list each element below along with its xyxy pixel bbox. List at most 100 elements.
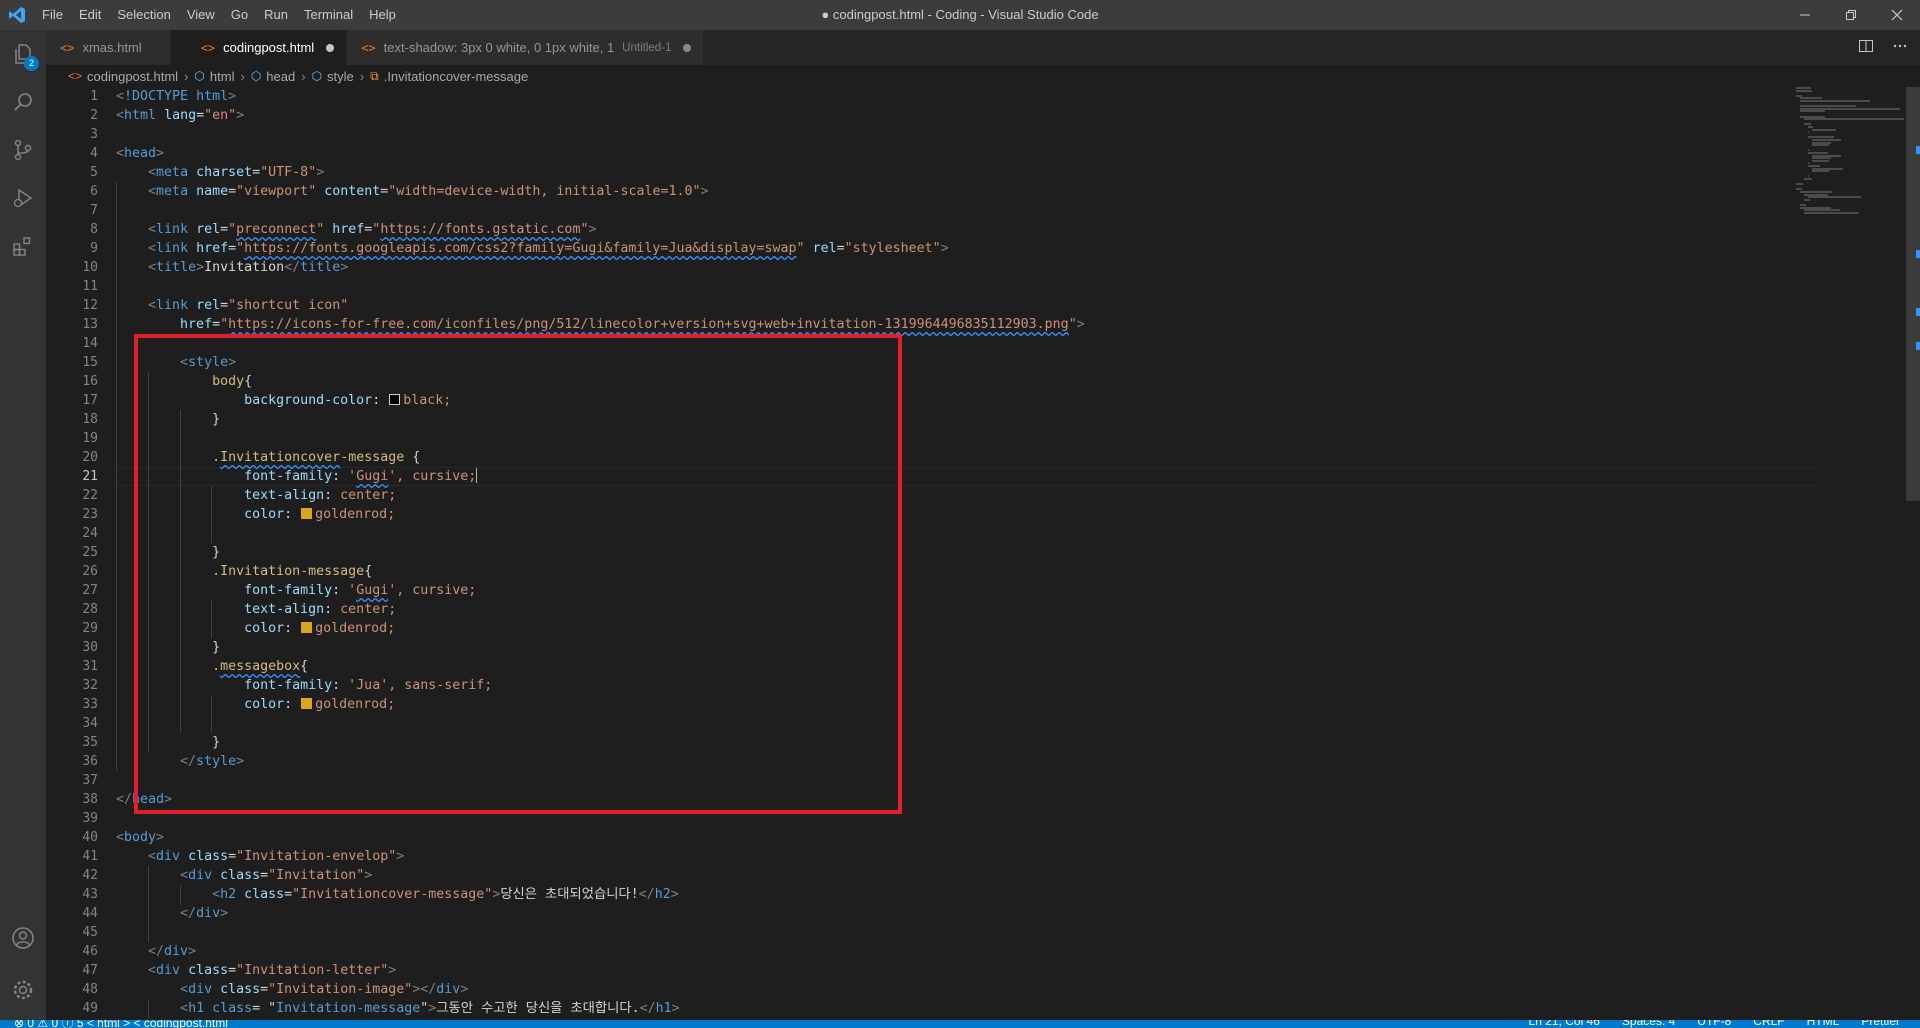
menu-help[interactable]: Help (361, 0, 404, 30)
line-number: 10 (82, 260, 98, 275)
extensions-icon[interactable] (0, 222, 46, 270)
status-item[interactable]: Prettier (1861, 1020, 1900, 1028)
line-number: 27 (82, 583, 98, 598)
scroll-marker (1916, 250, 1920, 258)
status-item[interactable]: CRLF (1753, 1020, 1784, 1028)
menu-terminal[interactable]: Terminal (296, 0, 361, 30)
status-bar: ⊗ 0 ⚠ 0 ⓘ 5 < html > < codingpost.html L… (0, 1020, 1920, 1028)
accounts-icon[interactable] (0, 914, 46, 962)
tab-1[interactable]: <> xmas.html (46, 30, 171, 65)
code-line[interactable] (116, 201, 1085, 220)
line-number: 16 (82, 374, 98, 389)
editor-actions (1858, 30, 1908, 65)
minimap-line (1800, 110, 1825, 113)
explorer-icon[interactable]: 2 (0, 30, 46, 78)
minimap-line (1808, 196, 1861, 199)
line-number: 46 (82, 944, 98, 959)
breadcrumb-item[interactable]: style (327, 69, 354, 84)
minimap-line (1804, 198, 1810, 201)
code-line[interactable]: </div> (116, 904, 1085, 923)
status-right-items: Ln 21, Col 46 Spaces: 4 UTF-8 CRLF HTML Prett… (1529, 1020, 1900, 1028)
line-number-gutter: 1 2 3 4 5 6 7 8 9 10 11 12 13 14 15 16 17 18 19 20 21 22 23 24 2… (46, 87, 98, 1018)
run-debug-icon[interactable] (0, 174, 46, 222)
code-line[interactable]: <html lang="en"> (116, 106, 1085, 125)
more-actions-icon[interactable] (1892, 38, 1908, 58)
status-item[interactable]: Spaces: 4 (1622, 1020, 1675, 1028)
code-line[interactable]: <link href="https://fonts.googleapis.com… (116, 239, 1085, 258)
code-line[interactable]: <title>Invitation</title> (116, 258, 1085, 277)
line-number: 5 (90, 165, 98, 180)
search-icon[interactable] (0, 78, 46, 126)
code-line[interactable]: <h1 class= "Invitation-message">그동안 수고한 … (116, 999, 1085, 1018)
css-selector-icon: ⧉ (370, 68, 379, 83)
line-number: 47 (82, 963, 98, 978)
code-line[interactable]: <link rel="shortcut icon" (116, 296, 1085, 315)
code-line[interactable] (116, 125, 1085, 144)
minimap-line (1812, 170, 1829, 173)
code-line[interactable]: </div> (116, 942, 1085, 961)
restore-icon[interactable] (1828, 0, 1874, 30)
tab-3[interactable]: <> text-shadow: 3px 0 white, 0 1px white,… (347, 30, 705, 65)
status-item[interactable]: HTML (1807, 1020, 1840, 1028)
manage-gear-icon[interactable] (0, 966, 46, 1014)
breadcrumb: <> codingpost.html › ⬡ html › ⬡ head › ⬡ style › ⧉ .I… (46, 65, 1920, 87)
minimap-line (1804, 118, 1904, 121)
code-line[interactable]: <body> (116, 828, 1085, 847)
code-line[interactable] (116, 277, 1085, 296)
close-icon[interactable] (1874, 0, 1920, 30)
line-number: 48 (82, 982, 98, 997)
menu-view[interactable]: View (179, 0, 223, 30)
code-line[interactable]: <head> (116, 144, 1085, 163)
status-problems[interactable]: ⊗ 0 ⚠ 0 ⓘ 5 < html > < codingpost.html (14, 1020, 228, 1028)
menu-selection[interactable]: Selection (109, 0, 178, 30)
line-number: 20 (82, 450, 98, 465)
line-number: 8 (90, 222, 98, 237)
code-line[interactable]: <!DOCTYPE html> (116, 87, 1085, 106)
source-control-icon[interactable] (0, 126, 46, 174)
status-item[interactable]: Ln 21, Col 46 (1529, 1020, 1600, 1028)
line-number: 38 (82, 792, 98, 807)
minimize-icon[interactable] (1782, 0, 1828, 30)
minimap-line (1804, 178, 1812, 180)
code-line[interactable]: <link rel="preconnect" href="https://fon… (116, 220, 1085, 239)
line-number: 23 (82, 507, 98, 522)
menu-go[interactable]: Go (223, 0, 256, 30)
status-item[interactable]: UTF-8 (1697, 1020, 1731, 1028)
line-number: 6 (90, 184, 98, 199)
minimap-line (1808, 131, 1809, 134)
line-number: 26 (82, 564, 98, 579)
tab-2[interactable]: <> codingpost.html (170, 30, 348, 65)
code-line[interactable]: <div class="Invitation-envelop"> (116, 847, 1085, 866)
red-highlight-annotation (134, 334, 902, 814)
unsaved-dot-icon[interactable] (683, 43, 692, 52)
code-line[interactable]: <meta name="viewport" content="width=dev… (116, 182, 1085, 201)
breadcrumb-item[interactable]: .Invitationcover-message (384, 69, 529, 84)
unsaved-dot-icon[interactable] (326, 43, 335, 52)
split-editor-icon[interactable] (1858, 38, 1874, 58)
tab-label: xmas.html (82, 40, 142, 55)
scroll-marker (1916, 342, 1920, 350)
breadcrumb-item[interactable]: html (210, 69, 235, 84)
chevron-right-icon: › (184, 68, 189, 84)
minimap[interactable] (1794, 87, 1904, 217)
title-bar: File Edit Selection View Go Run Terminal Help ●… (0, 0, 1920, 30)
line-number: 1 (90, 89, 98, 104)
breadcrumb-item[interactable]: head (266, 69, 295, 84)
breadcrumb-item[interactable]: codingpost.html (87, 69, 178, 84)
line-number: 29 (82, 621, 98, 636)
code-line[interactable]: <meta charset="UTF-8"> (116, 163, 1085, 182)
code-line[interactable]: <div class="Invitation-letter"> (116, 961, 1085, 980)
code-line[interactable]: <div class="Invitation-image"></div> (116, 980, 1085, 999)
html-file-icon: <> (361, 40, 376, 55)
minimap-line (1800, 100, 1870, 102)
line-number: 24 (82, 526, 98, 541)
menu-edit[interactable]: Edit (71, 0, 109, 30)
menu-file[interactable]: File (34, 0, 71, 30)
html-file-icon: <> (60, 40, 75, 55)
code-line[interactable]: <div class="Invitation"> (116, 866, 1085, 885)
chevron-right-icon: › (359, 68, 365, 84)
code-line[interactable]: href="https://icons-for-free.com/iconfil… (116, 315, 1085, 334)
menu-run[interactable]: Run (256, 0, 296, 30)
code-line[interactable] (116, 923, 1085, 942)
code-line[interactable]: <h2 class="Invitationcover-message">당신은 … (116, 885, 1085, 904)
